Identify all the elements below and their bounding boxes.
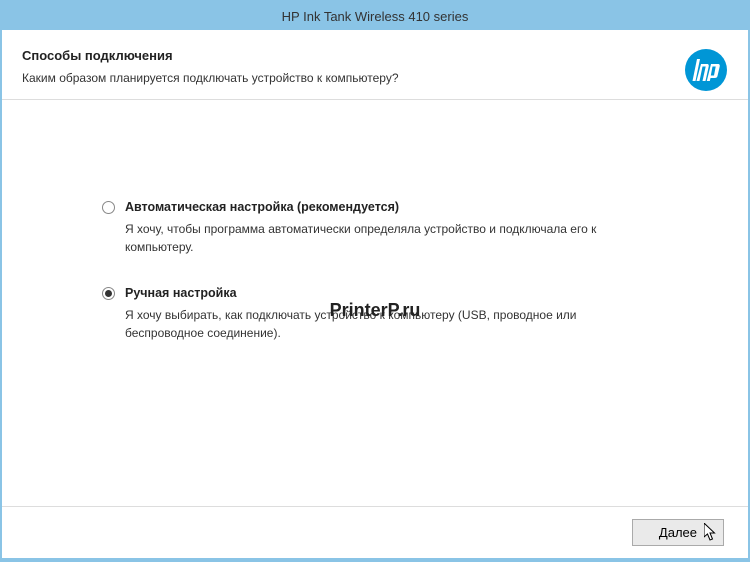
next-button[interactable]: Далее	[632, 519, 724, 546]
options-area: Автоматическая настройка (рекомендуется)…	[2, 100, 748, 392]
option-auto[interactable]: Автоматическая настройка (рекомендуется)…	[102, 200, 648, 256]
page-subtitle: Каким образом планируется подключать уст…	[22, 71, 728, 85]
hp-logo-icon	[684, 48, 728, 97]
footer: Далее	[2, 506, 748, 558]
option-manual-label: Ручная настройка	[125, 286, 237, 300]
page-title: Способы подключения	[22, 48, 728, 63]
option-auto-label: Автоматическая настройка (рекомендуется)	[125, 200, 399, 214]
titlebar: HP Ink Tank Wireless 410 series	[2, 2, 748, 30]
watermark-text: PrinterP.ru	[330, 300, 421, 321]
content-area: Способы подключения Каким образом планир…	[2, 30, 748, 558]
header-section: Способы подключения Каким образом планир…	[2, 30, 748, 100]
option-auto-description: Я хочу, чтобы программа автоматически оп…	[125, 220, 648, 256]
window-title: HP Ink Tank Wireless 410 series	[282, 9, 469, 24]
window-frame: HP Ink Tank Wireless 410 series Способы …	[0, 0, 750, 562]
radio-manual[interactable]	[102, 287, 115, 300]
radio-auto[interactable]	[102, 201, 115, 214]
